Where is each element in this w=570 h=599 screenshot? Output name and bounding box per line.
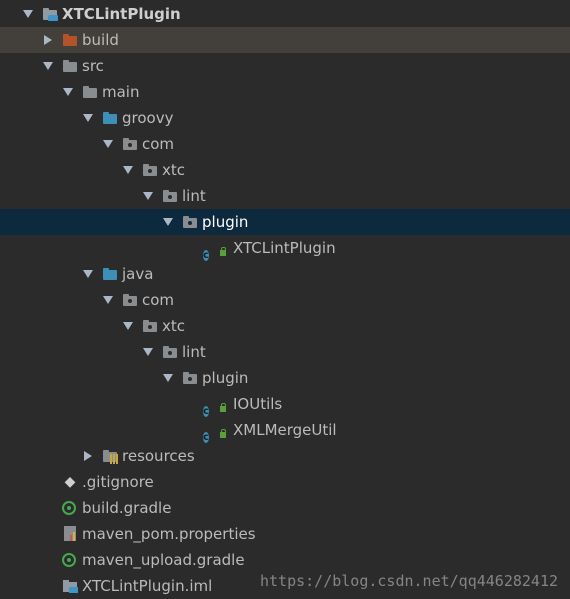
gradle-icon [62, 500, 78, 516]
package-label: plugin [202, 369, 249, 387]
lock-icon [220, 403, 226, 412]
package-icon [122, 136, 138, 152]
expand-arrow-icon[interactable] [40, 53, 56, 79]
package-icon [162, 188, 178, 204]
tree-node-groovy-xtc[interactable]: xtc [0, 157, 570, 183]
build-label: build [82, 31, 119, 49]
collapse-arrow-icon[interactable] [80, 443, 96, 469]
package-icon [162, 344, 178, 360]
main-label: main [102, 83, 140, 101]
tree-node-java-xtc[interactable]: xtc [0, 313, 570, 339]
project-tree: XTCLintPlugin build src main groovy com … [0, 1, 570, 599]
collapse-arrow-icon[interactable] [40, 27, 56, 53]
tree-node-maven-upload[interactable]: maven_upload.gradle [0, 547, 570, 573]
tree-node-groovy-lint[interactable]: lint [0, 183, 570, 209]
tree-node-java-class-xmlmergeutil[interactable]: c XMLMergeUtil [0, 417, 570, 443]
expand-arrow-icon[interactable] [160, 365, 176, 391]
project-label: XTCLintPlugin [62, 5, 181, 23]
package-label: xtc [162, 317, 186, 335]
tree-node-project[interactable]: XTCLintPlugin [0, 1, 570, 27]
class-label: XTCLintPlugin [233, 239, 336, 257]
java-label: java [122, 265, 154, 283]
package-icon [142, 162, 158, 178]
src-label: src [82, 57, 104, 75]
tree-node-java[interactable]: java [0, 261, 570, 287]
expand-arrow-icon[interactable] [140, 183, 156, 209]
tree-node-groovy-class[interactable]: c XTCLintPlugin [0, 235, 570, 261]
tree-node-groovy[interactable]: groovy [0, 105, 570, 131]
gradle-icon [62, 552, 78, 568]
tree-node-main[interactable]: main [0, 79, 570, 105]
tree-node-gitignore[interactable]: ◆ .gitignore [0, 469, 570, 495]
expand-arrow-icon[interactable] [120, 157, 136, 183]
expand-arrow-icon[interactable] [60, 79, 76, 105]
class-label: XMLMergeUtil [233, 421, 337, 439]
tree-node-java-lint[interactable]: lint [0, 339, 570, 365]
tree-node-build[interactable]: build [0, 27, 570, 53]
tree-node-java-com[interactable]: com [0, 287, 570, 313]
package-label: lint [182, 343, 206, 361]
source-folder-icon [102, 110, 118, 126]
tree-node-maven-pom[interactable]: maven_pom.properties [0, 521, 570, 547]
folder-icon [62, 58, 78, 74]
watermark: https://blog.csdn.net/qq446282412 [259, 572, 558, 590]
package-icon [182, 370, 198, 386]
tree-node-java-plugin[interactable]: plugin [0, 365, 570, 391]
expand-arrow-icon[interactable] [20, 1, 36, 27]
expand-arrow-icon[interactable] [80, 105, 96, 131]
properties-file-icon [62, 526, 78, 542]
gitignore-icon: ◆ [64, 474, 76, 490]
expand-arrow-icon[interactable] [140, 339, 156, 365]
class-icon: c [203, 396, 226, 417]
folder-icon [62, 32, 78, 48]
class-icon: c [203, 422, 226, 443]
module-file-icon [62, 578, 78, 594]
folder-icon [82, 84, 98, 100]
expand-arrow-icon[interactable] [100, 287, 116, 313]
project-folder-icon [42, 6, 58, 22]
file-label: .gitignore [82, 473, 154, 491]
package-icon [142, 318, 158, 334]
source-folder-icon [102, 266, 118, 282]
tree-node-resources[interactable]: resources [0, 443, 570, 469]
tree-node-src[interactable]: src [0, 53, 570, 79]
lock-icon [220, 247, 226, 256]
file-label: maven_upload.gradle [82, 551, 245, 569]
tree-node-java-class-ioutils[interactable]: c IOUtils [0, 391, 570, 417]
expand-arrow-icon[interactable] [80, 261, 96, 287]
resources-folder-icon [102, 448, 118, 464]
package-icon [122, 292, 138, 308]
tree-node-build-gradle[interactable]: build.gradle [0, 495, 570, 521]
file-label: XTCLintPlugin.iml [82, 577, 213, 595]
groovy-label: groovy [122, 109, 174, 127]
package-icon [182, 214, 198, 230]
package-label: plugin [202, 213, 249, 231]
resources-label: resources [122, 447, 195, 465]
expand-arrow-icon[interactable] [120, 313, 136, 339]
tree-node-groovy-plugin[interactable]: plugin [0, 209, 570, 235]
tree-node-groovy-com[interactable]: com [0, 131, 570, 157]
package-label: com [142, 135, 175, 153]
expand-arrow-icon[interactable] [100, 131, 116, 157]
package-label: xtc [162, 161, 186, 179]
file-label: maven_pom.properties [82, 525, 256, 543]
package-label: com [142, 291, 175, 309]
expand-arrow-icon[interactable] [160, 209, 176, 235]
class-icon: c [203, 240, 226, 261]
file-label: build.gradle [82, 499, 172, 517]
package-label: lint [182, 187, 206, 205]
lock-icon [220, 429, 226, 438]
class-label: IOUtils [233, 395, 283, 413]
